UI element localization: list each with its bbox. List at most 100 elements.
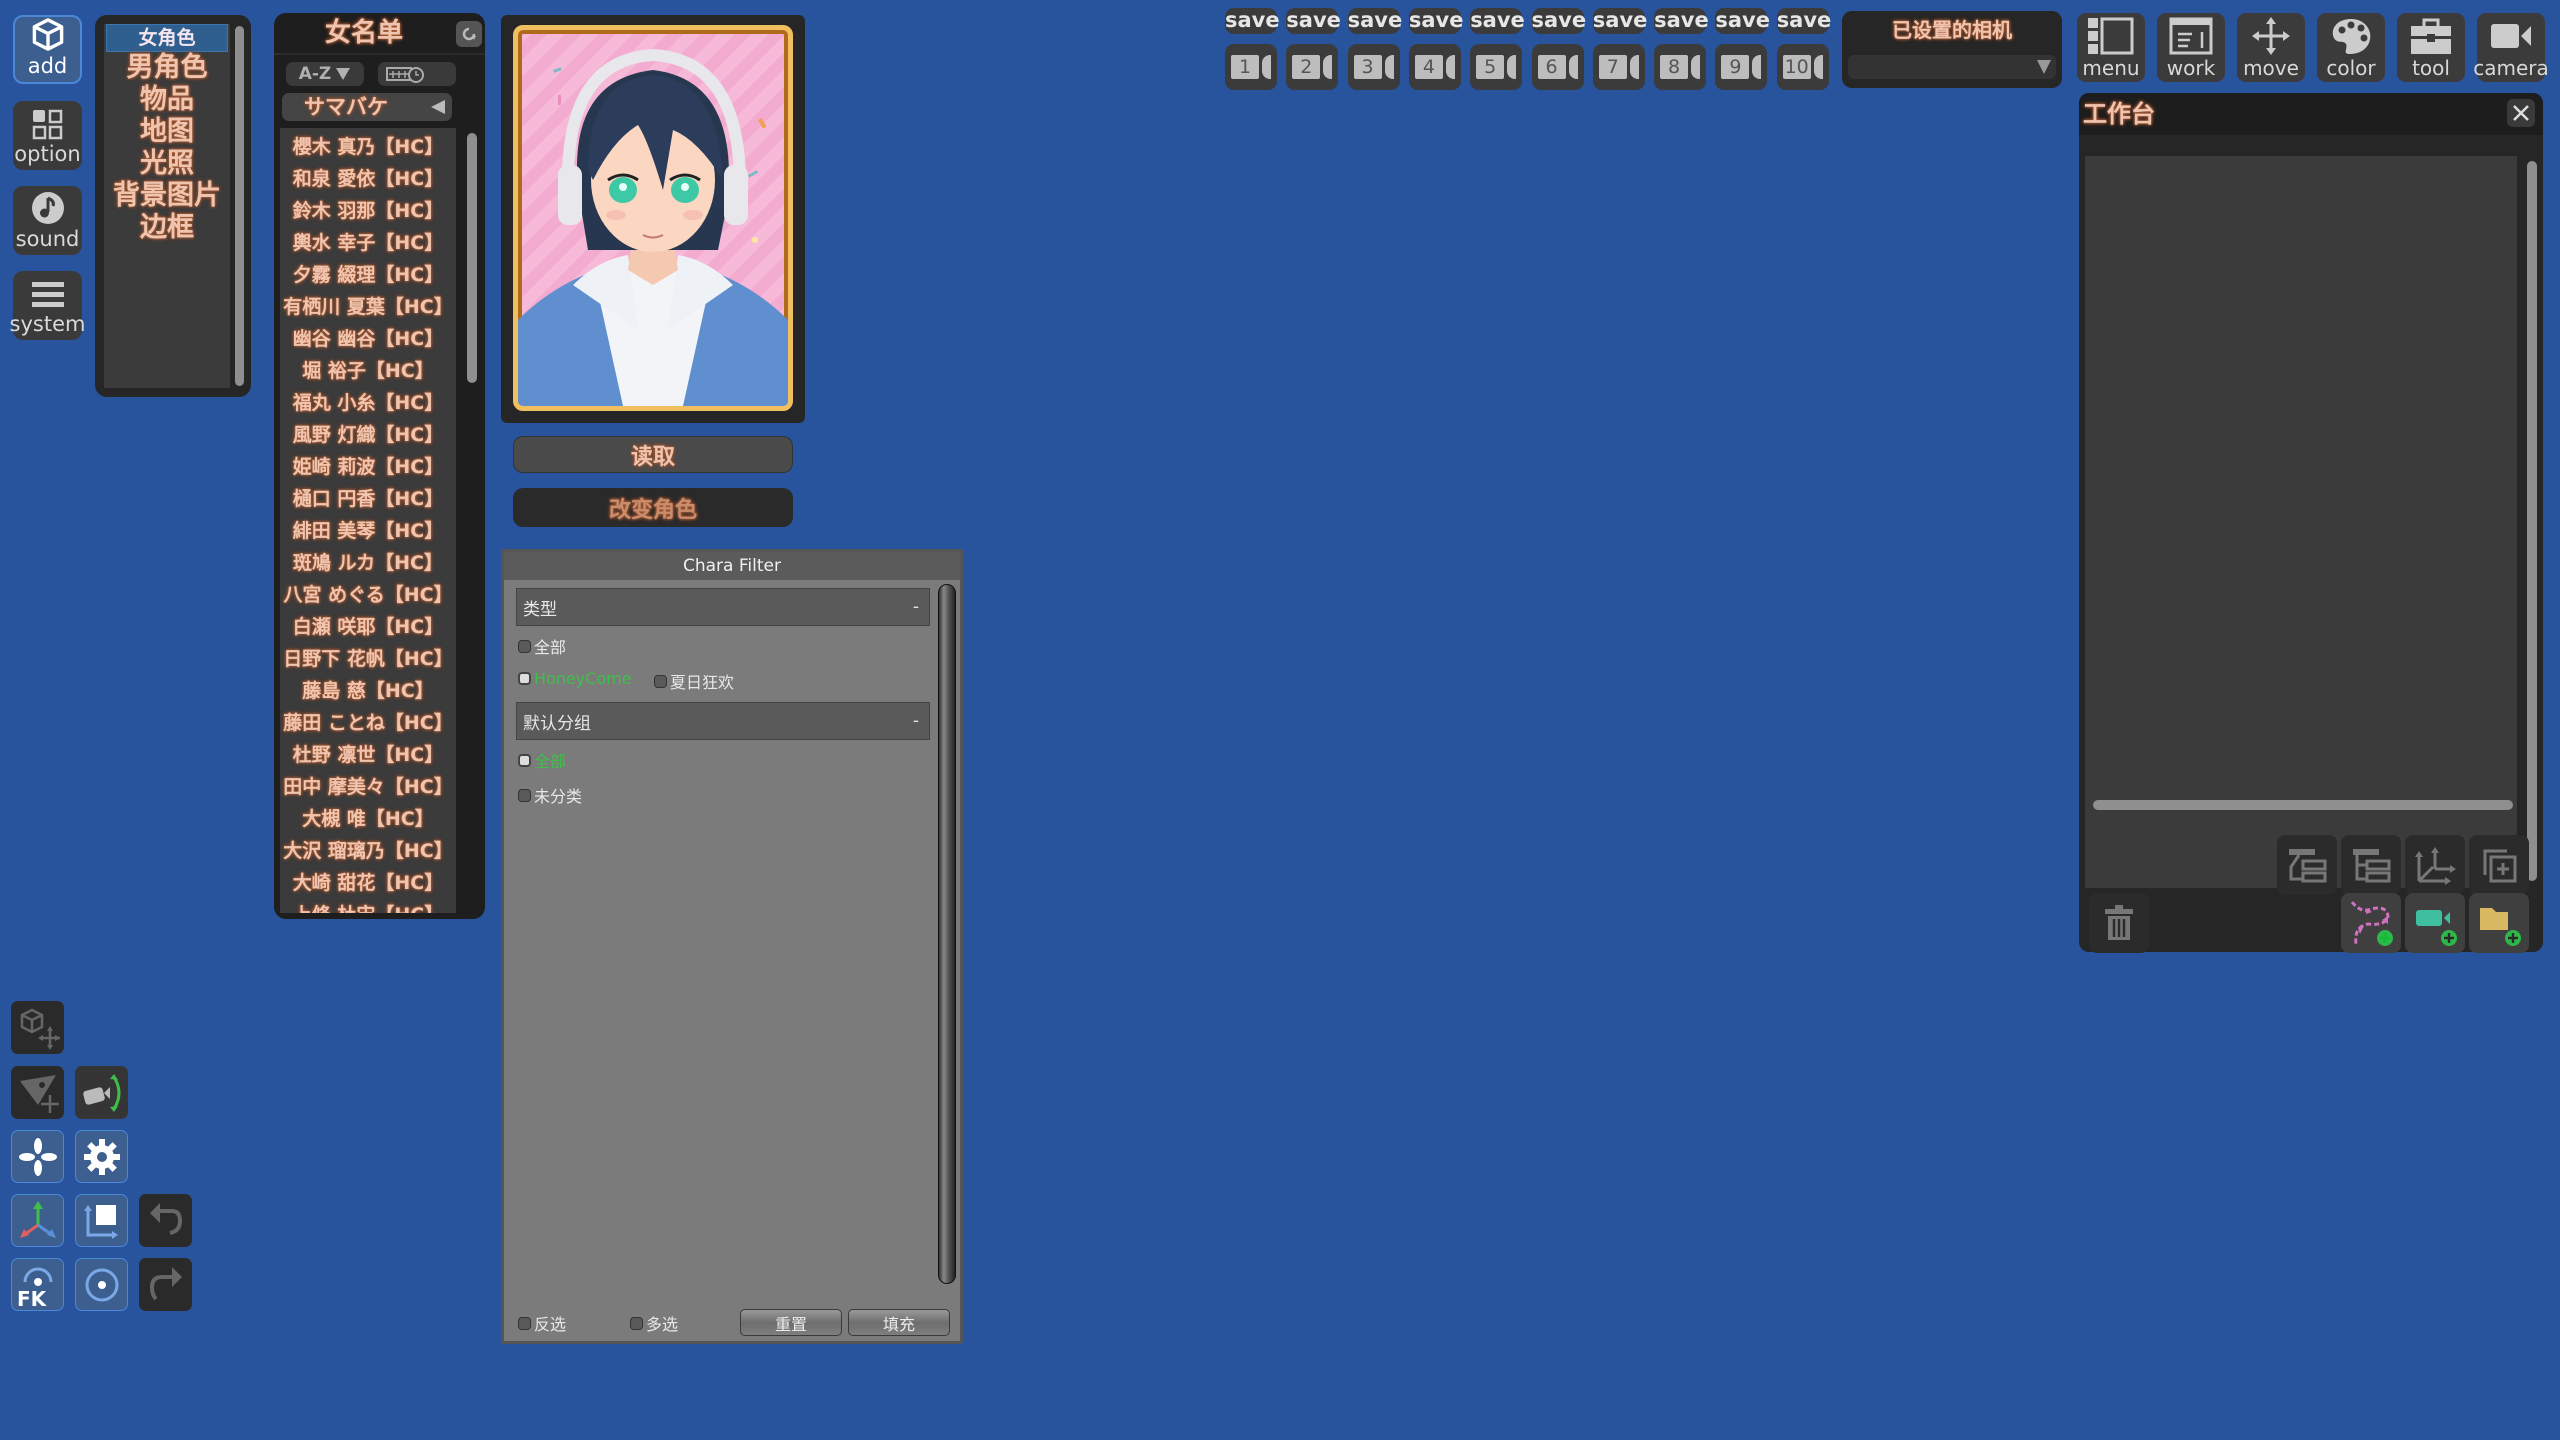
camera-slot-10-button[interactable]: 10: [1776, 44, 1829, 90]
camera-select-dropdown[interactable]: [1848, 55, 2056, 79]
reset-button[interactable]: 重置: [740, 1309, 842, 1336]
workbench-horizontal-scrollbar[interactable]: [2093, 800, 2513, 810]
name-list-item[interactable]: 藤田 ことね【HC】: [280, 707, 456, 739]
name-list-item[interactable]: 斑鳩 ルカ【HC】: [280, 547, 456, 579]
settings-tool[interactable]: [75, 1130, 128, 1183]
filter-group-uncategorized-checkbox[interactable]: 未分类: [518, 783, 582, 807]
redo-button[interactable]: [139, 1258, 192, 1311]
unparent-button[interactable]: [2277, 835, 2337, 895]
name-list-item[interactable]: 夕霧 綴理【HC】: [280, 259, 456, 291]
name-list-item[interactable]: 上條 杜宙【HC】: [280, 899, 456, 913]
toolbar-camera-button[interactable]: camera: [2473, 13, 2549, 82]
name-list-item[interactable]: 白瀬 咲耶【HC】: [280, 611, 456, 643]
save-camera-slot-9-button[interactable]: save: [1715, 8, 1770, 34]
filter-type-header[interactable]: 类型 -: [516, 588, 930, 626]
add-folder-button[interactable]: [2469, 893, 2529, 953]
light-move-tool[interactable]: [11, 1066, 64, 1119]
sort-dropdown[interactable]: A-Z: [286, 62, 364, 86]
undo-button[interactable]: [139, 1194, 192, 1247]
category-item-background[interactable]: 背景图片: [104, 180, 230, 212]
save-camera-slot-5-button[interactable]: save: [1470, 8, 1525, 34]
camera-slot-8-button[interactable]: 8: [1654, 44, 1707, 90]
filter-scrollbar[interactable]: [938, 584, 956, 1284]
fk-tool[interactable]: FK: [11, 1258, 64, 1311]
name-list-item[interactable]: 緋田 美琴【HC】: [280, 515, 456, 547]
save-camera-slot-6-button[interactable]: save: [1531, 8, 1586, 34]
category-item-frame[interactable]: 边框: [104, 212, 230, 244]
save-camera-slot-8-button[interactable]: save: [1654, 8, 1709, 34]
filter-group-all-checkbox[interactable]: 全部: [518, 748, 566, 772]
side-menu-system-button[interactable]: system: [10, 271, 85, 340]
category-item-map[interactable]: 地图: [104, 116, 230, 148]
name-list-item[interactable]: 大沢 瑠璃乃【HC】: [280, 835, 456, 867]
category-item-items[interactable]: 物品: [104, 84, 230, 116]
names-scrollbar[interactable]: [467, 133, 477, 383]
toolbar-menu-button[interactable]: menu: [2077, 13, 2145, 82]
camera-slot-1-button[interactable]: 1: [1225, 44, 1277, 90]
name-list-item[interactable]: 日野下 花帆【HC】: [280, 643, 456, 675]
category-item-light[interactable]: 光照: [104, 148, 230, 180]
name-list-item[interactable]: 福丸 小糸【HC】: [280, 387, 456, 419]
camera-slot-5-button[interactable]: 5: [1470, 44, 1523, 90]
toolbar-tool-button[interactable]: tool: [2397, 13, 2465, 82]
workbench-close-button[interactable]: [2507, 99, 2535, 127]
toolbar-move-button[interactable]: move: [2237, 13, 2305, 82]
delete-button[interactable]: [2089, 893, 2149, 953]
side-menu-sound-button[interactable]: sound: [13, 186, 82, 255]
character-card[interactable]: [501, 15, 805, 423]
refresh-button[interactable]: [456, 21, 482, 47]
camera-slot-7-button[interactable]: 7: [1592, 44, 1645, 90]
name-list-item[interactable]: 鈴木 羽那【HC】: [280, 195, 456, 227]
change-character-button[interactable]: 改变角色: [513, 488, 793, 527]
toolbar-color-button[interactable]: color: [2317, 13, 2385, 82]
camera-slot-6-button[interactable]: 6: [1531, 44, 1584, 90]
save-camera-slot-4-button[interactable]: save: [1408, 8, 1464, 34]
save-camera-slot-10-button[interactable]: save: [1776, 8, 1831, 34]
multi-select-checkbox[interactable]: 多选: [630, 1311, 678, 1335]
invert-checkbox[interactable]: 反选: [518, 1311, 566, 1335]
save-camera-slot-2-button[interactable]: save: [1286, 8, 1341, 34]
name-list-item[interactable]: 樋口 円香【HC】: [280, 483, 456, 515]
filter-type-honeycome-checkbox[interactable]: HoneyCome: [518, 669, 632, 688]
name-list-item[interactable]: 櫻木 真乃【HC】: [280, 131, 456, 163]
axis-gizmo-tool[interactable]: [11, 1194, 64, 1247]
filter-group-header[interactable]: 默认分组 -: [516, 702, 930, 740]
name-list-item[interactable]: 大槻 唯【HC】: [280, 803, 456, 835]
add-camera-button[interactable]: [2405, 893, 2465, 953]
category-item-female[interactable]: 女角色: [106, 24, 228, 52]
name-list-item[interactable]: 藤島 慈【HC】: [280, 675, 456, 707]
camera-slot-9-button[interactable]: 9: [1715, 44, 1768, 90]
side-menu-option-button[interactable]: option: [13, 101, 82, 170]
camera-slot-2-button[interactable]: 2: [1286, 44, 1339, 90]
category-scrollbar[interactable]: [235, 26, 244, 386]
name-list-item[interactable]: 風野 灯織【HC】: [280, 419, 456, 451]
toolbar-work-button[interactable]: work: [2157, 13, 2225, 82]
name-list-item[interactable]: 姫崎 莉波【HC】: [280, 451, 456, 483]
workbench-vertical-scrollbar[interactable]: [2527, 161, 2537, 881]
add-route-button[interactable]: [2341, 893, 2401, 953]
parent-button[interactable]: [2341, 835, 2401, 895]
filter-type-all-checkbox[interactable]: 全部: [518, 634, 566, 658]
group-dropdown[interactable]: サマバケ: [282, 93, 452, 121]
camera-slot-4-button[interactable]: 4: [1408, 44, 1461, 90]
name-list-item[interactable]: 田中 摩美々【HC】: [280, 771, 456, 803]
name-list-item[interactable]: 和泉 愛依【HC】: [280, 163, 456, 195]
object-move-tool[interactable]: [11, 1001, 64, 1054]
save-camera-slot-3-button[interactable]: save: [1347, 8, 1402, 34]
axis-button[interactable]: [2405, 835, 2465, 895]
duplicate-button[interactable]: [2469, 835, 2529, 895]
pivot-tool[interactable]: [11, 1130, 64, 1183]
fill-button[interactable]: 填充: [848, 1309, 950, 1336]
load-button[interactable]: 读取: [513, 436, 793, 473]
name-list-item[interactable]: 大崎 甜花【HC】: [280, 867, 456, 899]
name-list-item[interactable]: 堀 裕子【HC】: [280, 355, 456, 387]
name-list-item[interactable]: 杜野 凛世【HC】: [280, 739, 456, 771]
name-list-item[interactable]: 輿水 幸子【HC】: [280, 227, 456, 259]
filter-type-summer-checkbox[interactable]: 夏日狂欢: [654, 669, 734, 693]
save-camera-slot-1-button[interactable]: save: [1225, 8, 1280, 34]
scale-tool[interactable]: [75, 1194, 128, 1247]
side-menu-add-button[interactable]: add: [13, 15, 82, 84]
category-item-male[interactable]: 男角色: [104, 52, 230, 84]
sort-by-date-button[interactable]: [378, 62, 456, 86]
name-list-item[interactable]: 八宮 めぐる【HC】: [280, 579, 456, 611]
